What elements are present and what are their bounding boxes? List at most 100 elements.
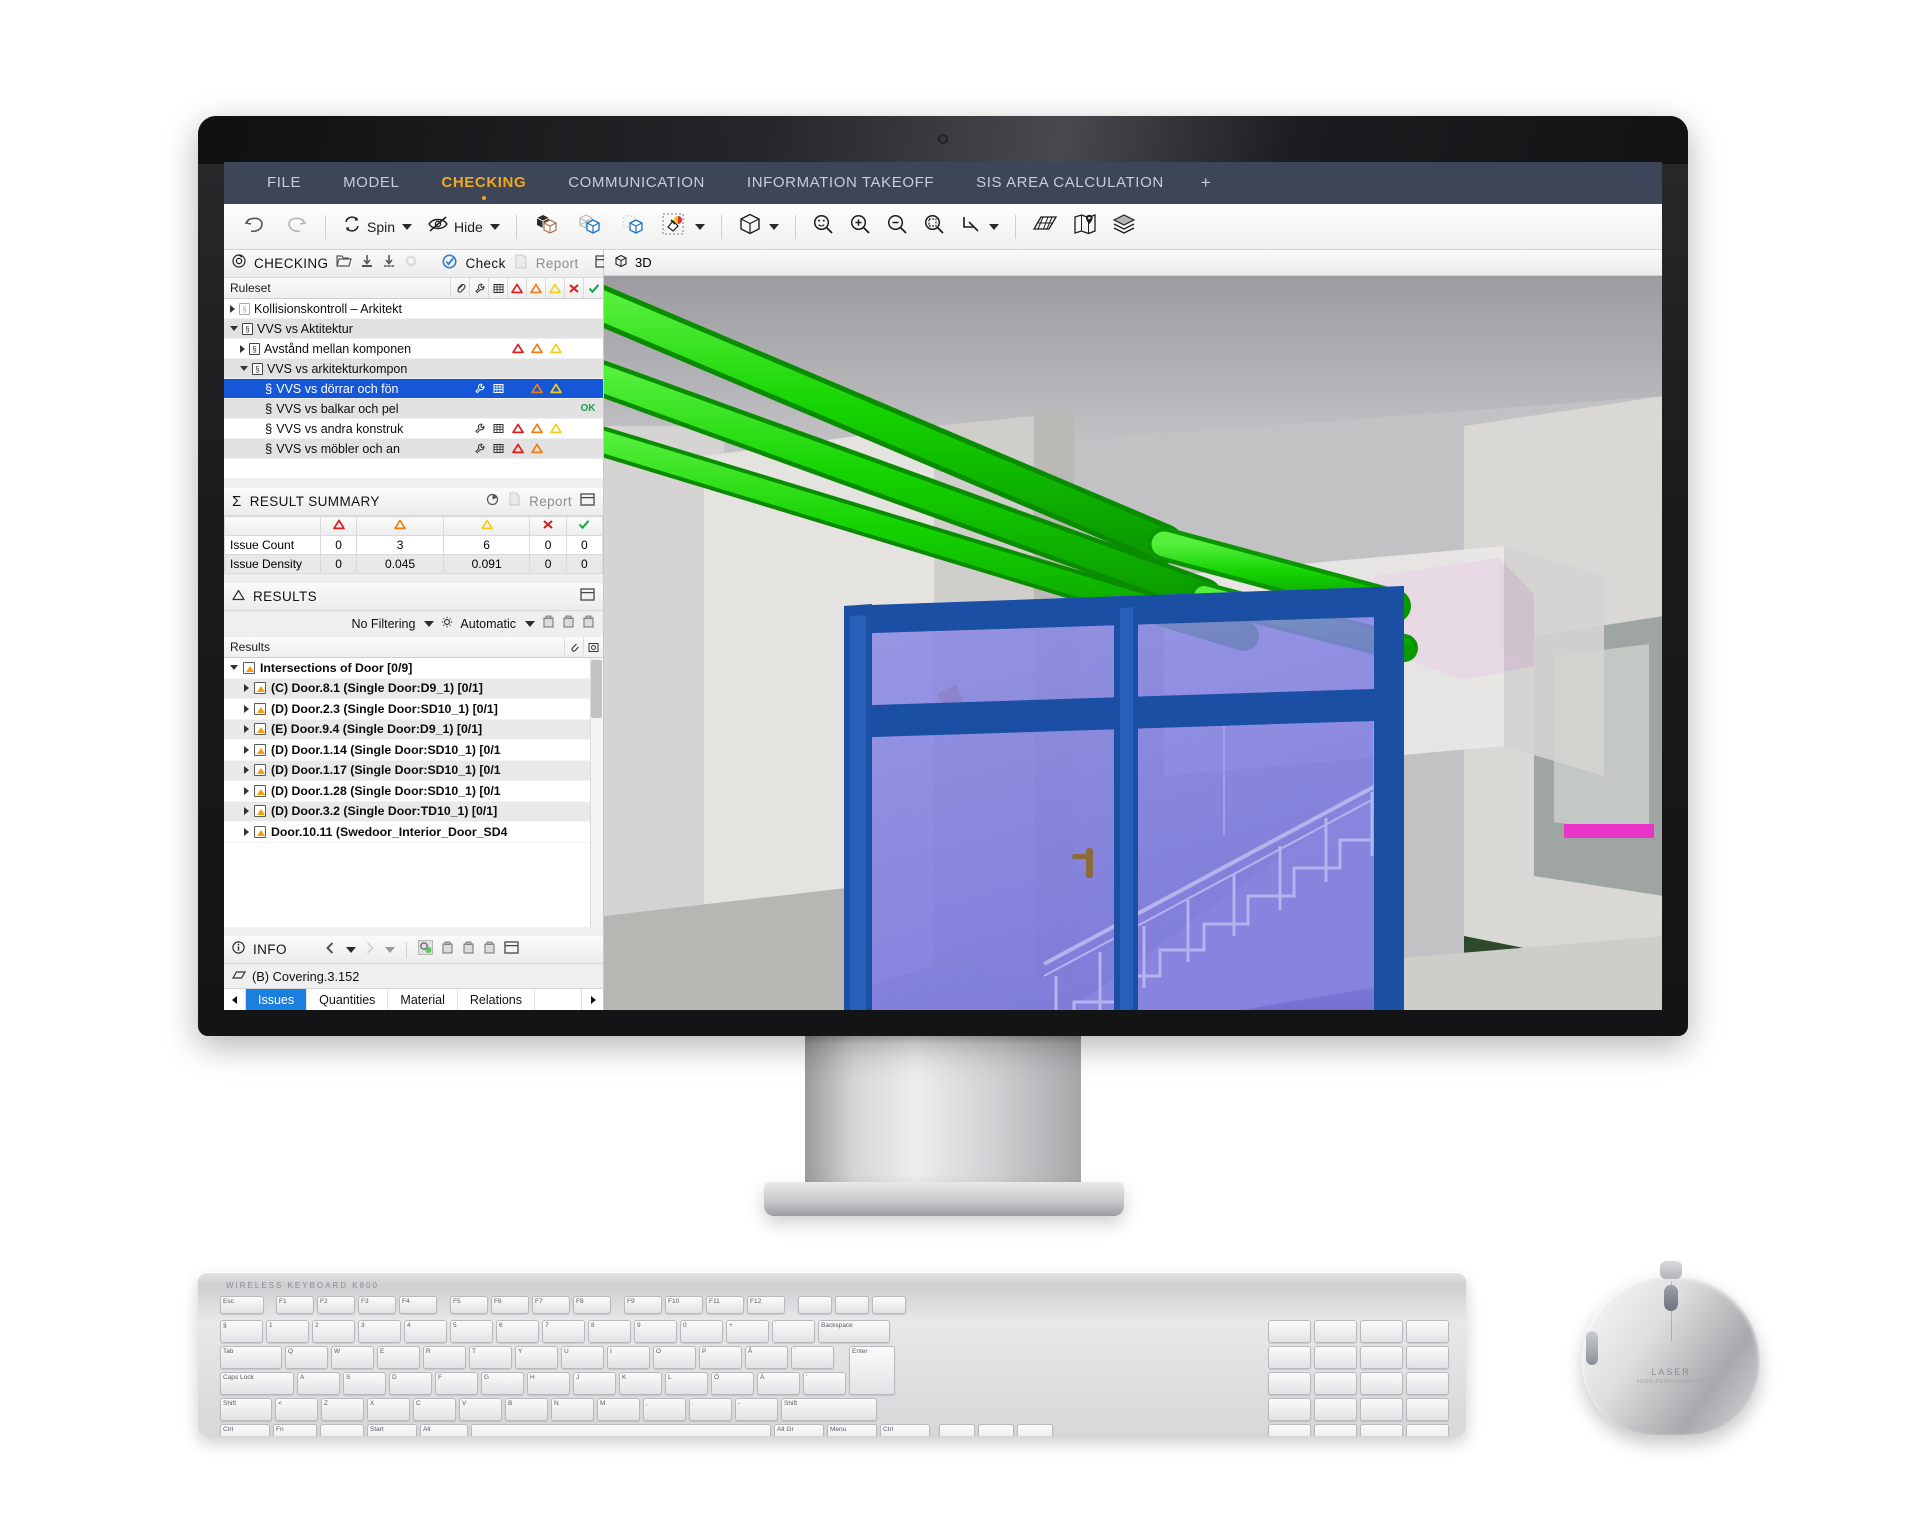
keyboard-key[interactable]: 7 (542, 1320, 585, 1343)
keyboard-key[interactable] (1406, 1320, 1449, 1343)
keyboard-key[interactable]: K (619, 1372, 662, 1395)
tab-issues[interactable]: Issues (246, 989, 308, 1010)
chevron-right-icon[interactable] (244, 786, 249, 795)
ruleset-row[interactable]: § VVS vs arkitekturkompon (224, 359, 603, 379)
scrollbar-thumb[interactable] (591, 660, 602, 718)
keyboard-key[interactable]: S (343, 1372, 386, 1395)
results-tree[interactable]: Intersections of Door [0/9] (C) Door.8.1 … (224, 658, 603, 927)
keyboard-key[interactable] (1406, 1398, 1449, 1421)
keyboard-key[interactable]: Menu (827, 1424, 877, 1436)
keyboard-key[interactable] (1314, 1346, 1357, 1369)
keyboard-key[interactable]: ' (803, 1372, 846, 1395)
chevron-right-icon[interactable] (244, 704, 249, 713)
previous-icon[interactable] (325, 941, 336, 959)
chevron-right-icon[interactable] (244, 745, 249, 754)
chevron-down-icon[interactable] (230, 326, 238, 331)
keyboard-key[interactable] (471, 1424, 771, 1436)
keyboard-key[interactable]: W (331, 1346, 374, 1369)
color-objects-button[interactable] (656, 209, 711, 244)
chevron-down-icon[interactable] (694, 223, 705, 230)
keyboard-key[interactable]: § (220, 1320, 263, 1343)
keyboard-key[interactable] (939, 1424, 975, 1436)
chevron-right-icon[interactable] (244, 684, 249, 693)
menu-item-information-takeoff[interactable]: INFORMATION TAKEOFF (726, 162, 955, 204)
chevron-right-icon[interactable] (244, 827, 249, 836)
keyboard-key[interactable]: N (551, 1398, 594, 1421)
keyboard-key[interactable] (1017, 1424, 1053, 1436)
keyboard-key[interactable]: 2 (312, 1320, 355, 1343)
keyboard-key[interactable]: R (423, 1346, 466, 1369)
keyboard-key[interactable]: . (689, 1398, 732, 1421)
undo-button[interactable] (236, 209, 274, 244)
keyboard-key[interactable] (1406, 1346, 1449, 1369)
add-tab-button[interactable]: + (1185, 162, 1227, 204)
keyboard-key[interactable]: H (527, 1372, 570, 1395)
keyboard-key[interactable]: + (726, 1320, 769, 1343)
keyboard-key[interactable]: A (297, 1372, 340, 1395)
keyboard-key[interactable]: Shift (220, 1398, 272, 1421)
keyboard-key[interactable] (1360, 1424, 1403, 1436)
tabs-scroll-left-button[interactable] (224, 989, 246, 1010)
next-icon[interactable] (364, 941, 375, 959)
keyboard-key[interactable]: F1 (276, 1296, 314, 1314)
keyboard-key[interactable] (798, 1296, 832, 1314)
keyboard-key[interactable]: Alt (420, 1424, 468, 1436)
save-info-icon[interactable] (462, 941, 475, 959)
mouse-side-button[interactable] (1586, 1331, 1598, 1365)
ruleset-row[interactable]: § VVS vs balkar och pel OK (224, 399, 603, 419)
keyboard-key[interactable] (1268, 1398, 1311, 1421)
grid-button[interactable] (1026, 210, 1064, 243)
results-row[interactable]: (D) Door.1.17 (Single Door:SD10_1) [0/1 (224, 760, 590, 781)
keyboard-key[interactable]: Esc (220, 1296, 264, 1314)
menu-item-sis-area-calculation[interactable]: SIS AREA CALCULATION (955, 162, 1185, 204)
chevron-down-icon[interactable] (988, 223, 999, 230)
keyboard-key[interactable]: C (413, 1398, 456, 1421)
copy-info-icon[interactable] (441, 941, 454, 959)
dock-panel-icon[interactable] (580, 587, 595, 606)
keyboard-key[interactable] (1268, 1346, 1311, 1369)
chevron-right-icon[interactable] (244, 807, 249, 816)
clip-plane-button[interactable] (954, 210, 1005, 243)
keyboard-key[interactable]: D (389, 1372, 432, 1395)
keyboard-key[interactable]: Alt Gr (774, 1424, 824, 1436)
delete-results-icon[interactable] (582, 615, 595, 633)
keyboard-key[interactable] (1360, 1320, 1403, 1343)
ruleset-row[interactable]: § Kollisionskontroll – Arkitekt (224, 299, 603, 319)
tab-material[interactable]: Material (388, 989, 458, 1010)
hide-button[interactable]: Hide (421, 212, 506, 241)
keyboard-key[interactable]: Backspace (818, 1320, 890, 1343)
keyboard-key[interactable]: Ä (757, 1372, 800, 1395)
menu-item-model[interactable]: MODEL (322, 162, 420, 204)
keyboard-key[interactable] (1268, 1424, 1311, 1436)
keyboard-key[interactable]: Q (285, 1346, 328, 1369)
keyboard-key[interactable]: < (275, 1398, 318, 1421)
keyboard-key[interactable] (1360, 1398, 1403, 1421)
results-row[interactable]: (D) Door.2.3 (Single Door:SD10_1) [0/1] (224, 699, 590, 720)
keyboard-key[interactable]: Tab (220, 1346, 282, 1369)
keyboard-key[interactable]: F3 (358, 1296, 396, 1314)
keyboard-key[interactable]: B (505, 1398, 548, 1421)
results-row[interactable]: (D) Door.1.28 (Single Door:SD10_1) [0/1 (224, 781, 590, 802)
ruleset-row[interactable]: § VVS vs möbler och an (224, 439, 603, 459)
keyboard-key[interactable]: F11 (706, 1296, 744, 1314)
keyboard-key[interactable] (1360, 1346, 1403, 1369)
keyboard-key[interactable]: P (699, 1346, 742, 1369)
keyboard-key[interactable] (1314, 1424, 1357, 1436)
results-scrollbar[interactable] (590, 658, 603, 927)
keyboard-key[interactable]: 8 (588, 1320, 631, 1343)
spin-button[interactable]: Spin (336, 211, 418, 242)
keyboard-key[interactable]: F7 (532, 1296, 570, 1314)
keyboard-key[interactable]: ´ (772, 1320, 815, 1343)
keyboard-key[interactable]: F12 (747, 1296, 785, 1314)
keyboard-key[interactable]: ¨ (791, 1346, 834, 1369)
keyboard-key[interactable]: Shift (781, 1398, 877, 1421)
zoom-in-button[interactable] (843, 210, 877, 243)
ghost-objects-button[interactable] (613, 210, 653, 243)
keyboard-key[interactable]: Fn (273, 1424, 317, 1436)
keyboard-key[interactable]: F8 (573, 1296, 611, 1314)
mouse-scroll-wheel[interactable] (1664, 1285, 1678, 1311)
results-row[interactable]: (C) Door.8.1 (Single Door:D9_1) [0/1] (224, 678, 590, 699)
keyboard-key[interactable]: O (653, 1346, 696, 1369)
copy-results-icon[interactable] (542, 615, 555, 633)
map-button[interactable] (1067, 210, 1103, 243)
